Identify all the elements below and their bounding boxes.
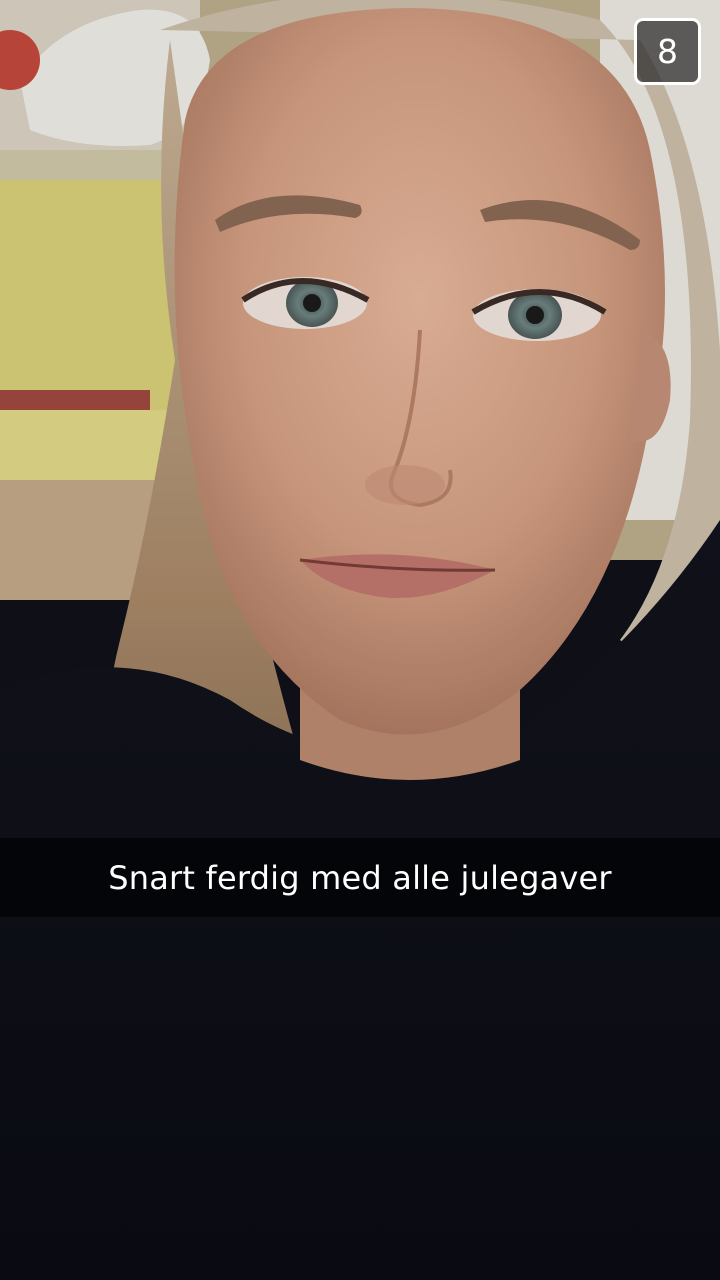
caption-text: Snart ferdig med alle julegaver [108,858,612,897]
selfie-photo [0,0,720,1280]
snap-timer-badge[interactable]: 8 [634,18,701,85]
caption-bar: Snart ferdig med alle julegaver [0,838,720,917]
snap-viewer[interactable]: 8 Snart ferdig med alle julegaver [0,0,720,1280]
